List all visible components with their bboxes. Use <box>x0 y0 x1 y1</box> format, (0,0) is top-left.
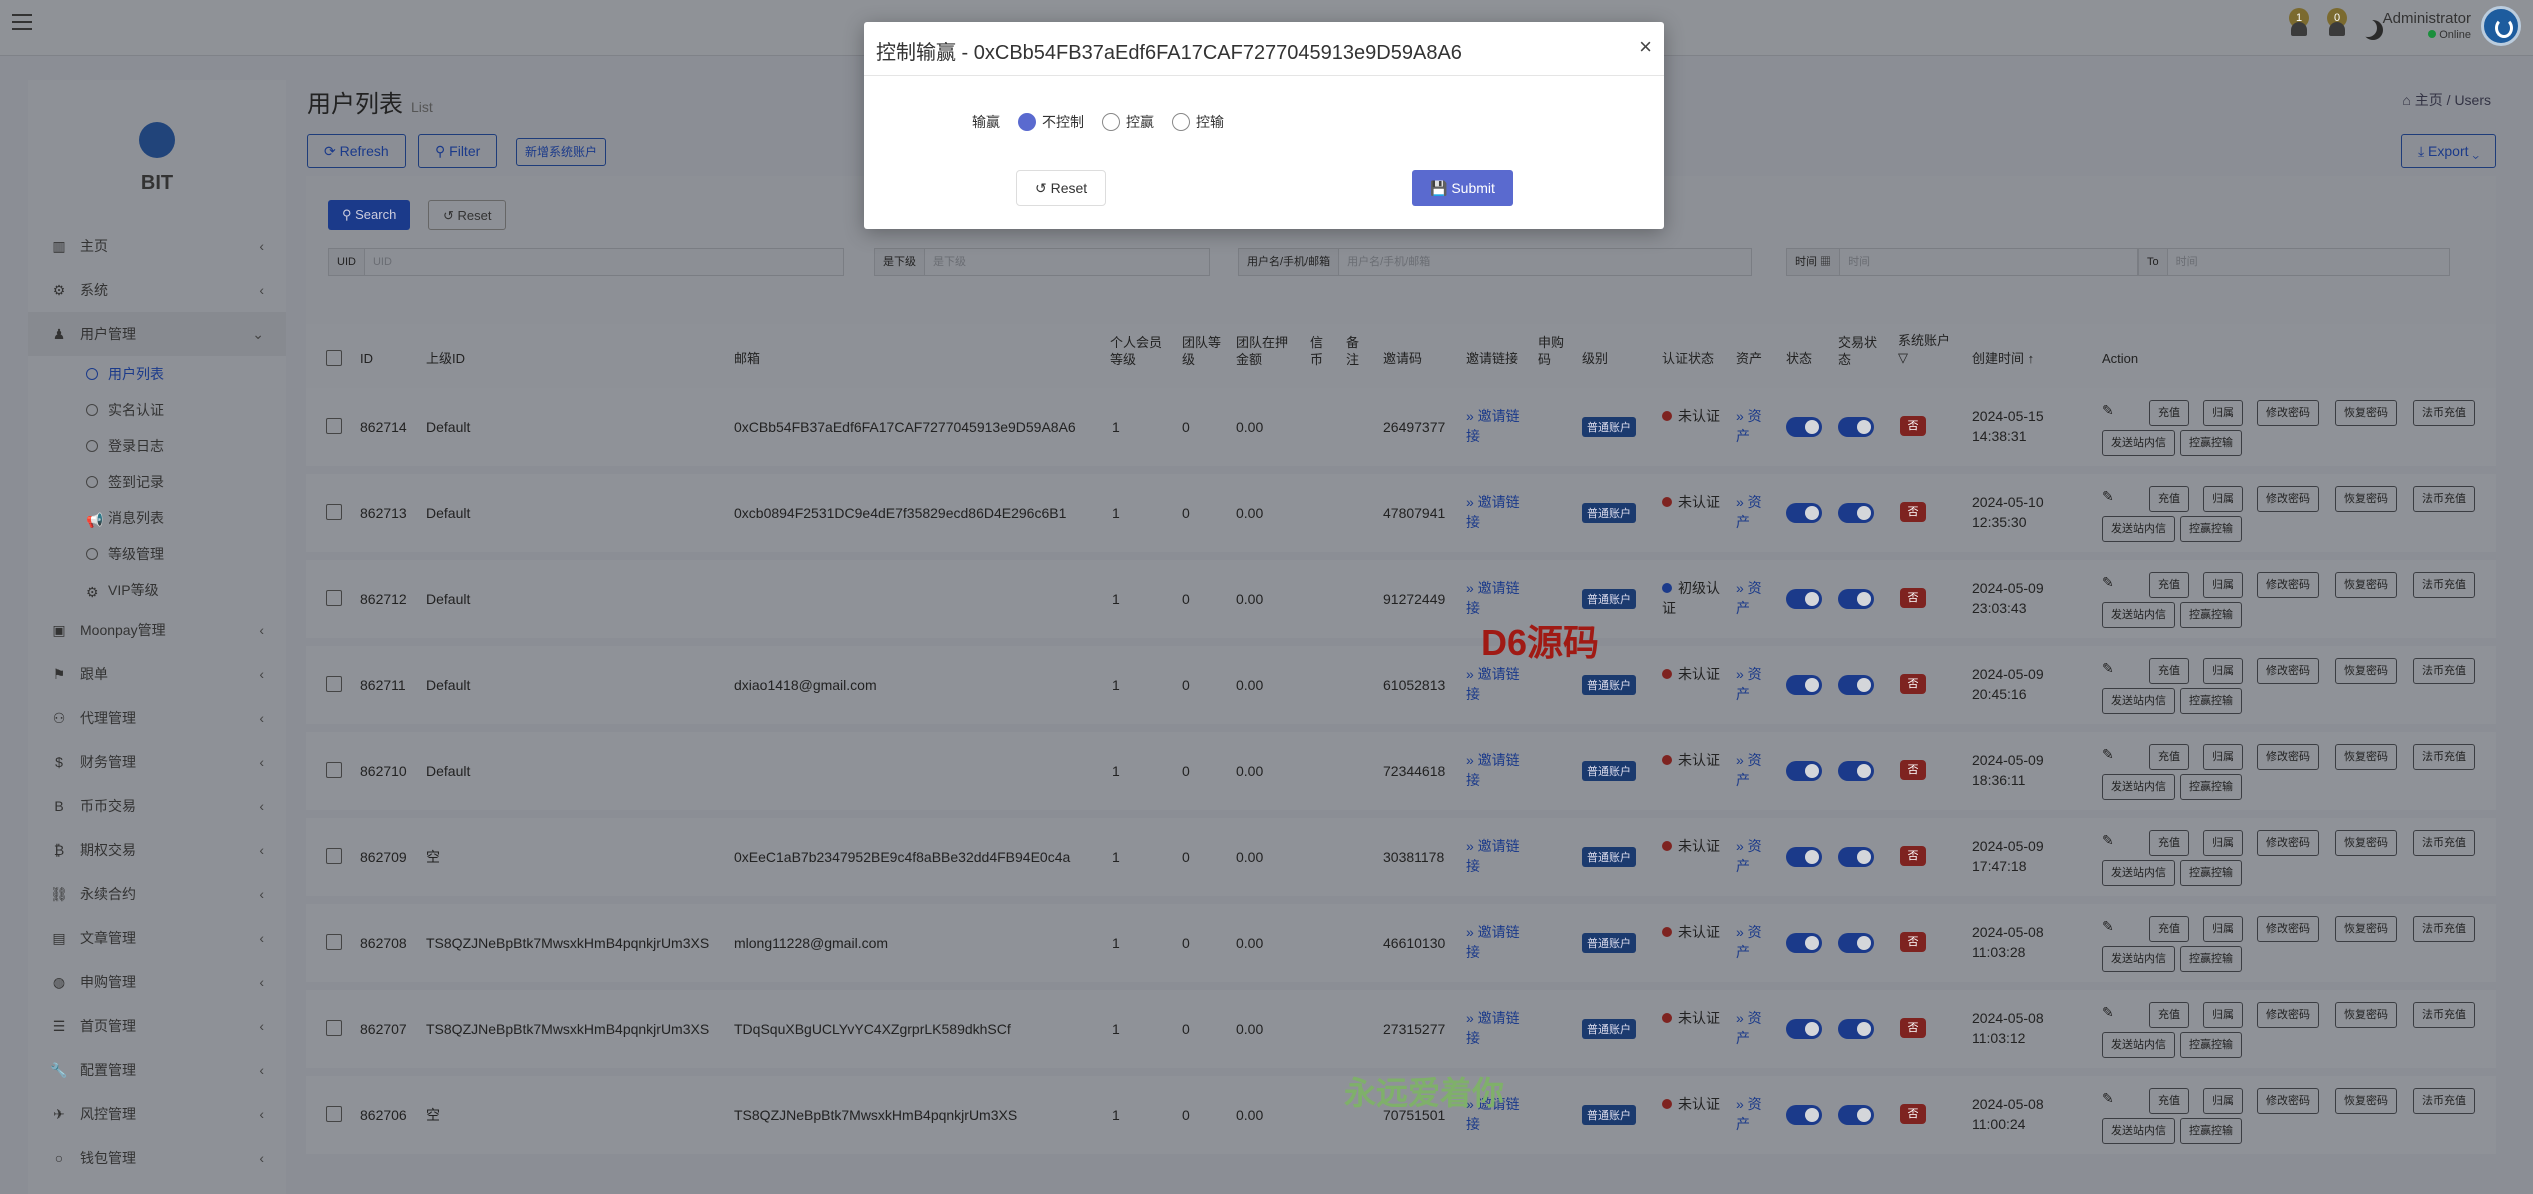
modal-header: 控制输赢 - 0xCBb54FB37aEdf6FA17CAF7277045913… <box>864 22 1664 76</box>
modal-submit-button[interactable]: 💾 Submit <box>1412 170 1513 206</box>
modal-reset-button[interactable]: ↺ Reset <box>1016 170 1107 206</box>
radio-no-control[interactable]: 不控制 <box>1018 112 1084 132</box>
radio-unchecked-icon[interactable] <box>1102 113 1120 131</box>
save-icon: 💾 <box>1430 180 1452 196</box>
radio-control-loss[interactable]: 控输 <box>1172 112 1224 132</box>
close-icon[interactable]: × <box>1639 34 1652 60</box>
modal-title: 控制输赢 - 0xCBb54FB37aEdf6FA17CAF7277045913… <box>876 42 1462 64</box>
win-loss-radio-group: 输赢 不控制 控赢 控输 <box>972 112 1242 132</box>
radio-checked-icon[interactable] <box>1018 113 1036 131</box>
radio-control-win[interactable]: 控赢 <box>1102 112 1154 132</box>
reset-icon: ↺ <box>1035 180 1051 196</box>
radio-unchecked-icon[interactable] <box>1172 113 1190 131</box>
control-win-loss-modal: 控制输赢 - 0xCBb54FB37aEdf6FA17CAF7277045913… <box>864 22 1664 229</box>
win-loss-label: 输赢 <box>972 114 1000 130</box>
